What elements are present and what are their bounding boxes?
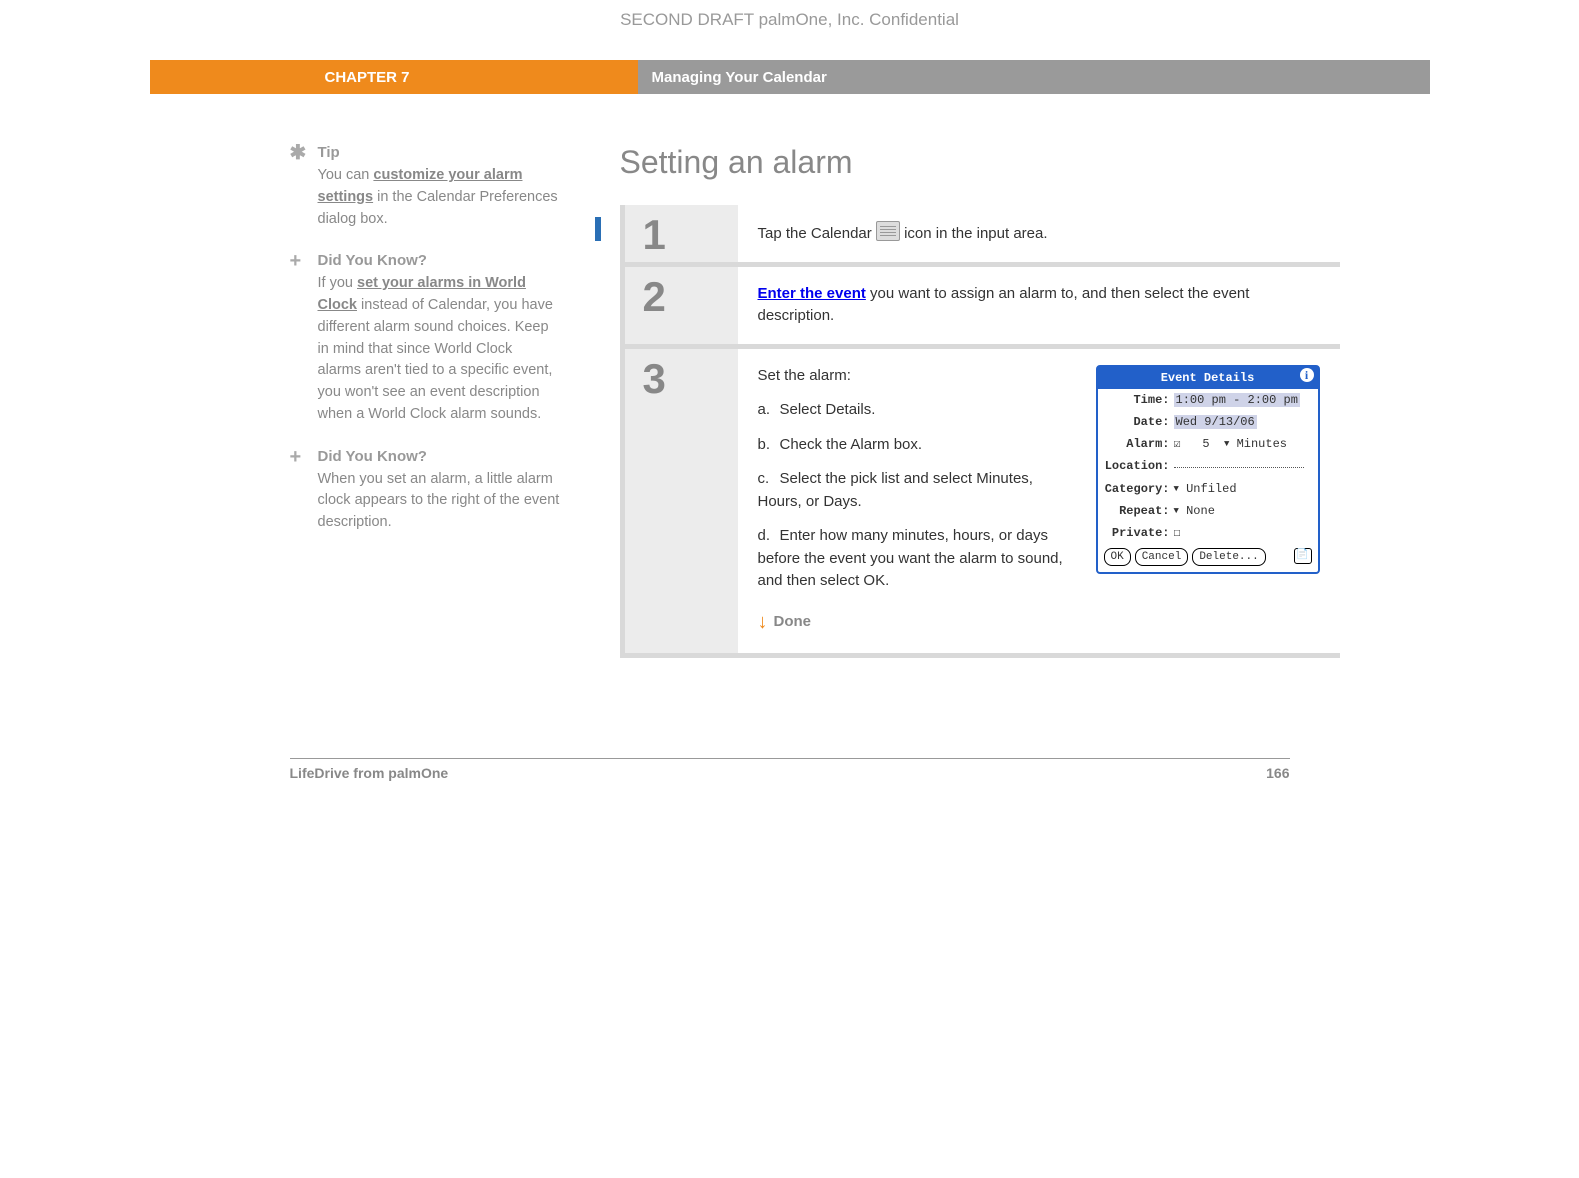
- delete-button[interactable]: Delete...: [1192, 548, 1265, 567]
- change-bar-icon: [595, 217, 601, 241]
- asterisk-icon: ✱: [290, 144, 318, 230]
- substep-b: b.Check the Alarm box.: [758, 434, 1076, 457]
- info-icon[interactable]: i: [1300, 368, 1314, 382]
- dyk1-post: instead of Calendar, you have different …: [318, 297, 553, 422]
- time-label: Time:: [1104, 391, 1174, 409]
- private-checkbox[interactable]: ☐: [1174, 526, 1181, 540]
- note-icon[interactable]: 📄: [1294, 548, 1312, 564]
- product-name: LifeDrive from palmOne: [290, 765, 449, 781]
- date-label: Date:: [1104, 413, 1174, 431]
- chapter-label: CHAPTER 7: [150, 60, 638, 94]
- cancel-button[interactable]: Cancel: [1135, 548, 1189, 567]
- tip-block: ✱ Tip You can customize your alarm setti…: [290, 144, 560, 230]
- plus-icon: +: [290, 252, 318, 425]
- category-label: Category:: [1104, 480, 1174, 498]
- tip-heading: Tip: [318, 144, 560, 161]
- dyk1-pre: If you: [318, 275, 358, 291]
- page-footer: LifeDrive from palmOne 166: [290, 758, 1290, 781]
- section-title: Setting an alarm: [620, 144, 1340, 181]
- dropdown-icon[interactable]: ▼: [1174, 506, 1179, 516]
- substep-d: d.Enter how many minutes, hours, or days…: [758, 525, 1076, 593]
- confidential-header: SECOND DRAFT palmOne, Inc. Confidential: [150, 0, 1430, 60]
- did-you-know-block-2: + Did You Know? When you set an alarm, a…: [290, 448, 560, 534]
- done-row: ↓ Done: [758, 607, 1076, 637]
- step-1-text: Tap the Calendar icon in the input area.: [758, 221, 1320, 246]
- step-3-intro: Set the alarm:: [758, 365, 1076, 388]
- done-arrow-icon: ↓: [758, 611, 768, 633]
- steps-container: 1 Tap the Calendar icon in the input are…: [620, 205, 1340, 658]
- dyk1-heading: Did You Know?: [318, 252, 560, 269]
- dialog-title: Event Details i: [1098, 367, 1318, 389]
- step-1-number: 1: [625, 205, 738, 262]
- dyk2-text: When you set an alarm, a little alarm cl…: [318, 469, 560, 534]
- step1-pre: Tap the Calendar: [758, 225, 876, 242]
- alarm-unit[interactable]: Minutes: [1237, 437, 1287, 451]
- step-2-number: 2: [625, 267, 738, 344]
- chapter-title: Managing Your Calendar: [638, 60, 1430, 94]
- event-details-dialog: Event Details i Time: 1:00 pm - 2:00 pm …: [1096, 365, 1320, 575]
- dyk2-heading: Did You Know?: [318, 448, 560, 465]
- tip-text: You can customize your alarm settings in…: [318, 165, 560, 230]
- step-3-number: 3: [625, 349, 738, 653]
- sidebar: ✱ Tip You can customize your alarm setti…: [290, 144, 590, 658]
- category-value[interactable]: Unfiled: [1186, 482, 1236, 496]
- repeat-label: Repeat:: [1104, 502, 1174, 520]
- step1-post: icon in the input area.: [900, 225, 1048, 242]
- step-2-text: Enter the event you want to assign an al…: [758, 283, 1320, 328]
- substep-c: c.Select the pick list and select Minute…: [758, 468, 1076, 513]
- calendar-icon: [876, 221, 900, 241]
- plus-icon: +: [290, 448, 318, 534]
- step-1: 1 Tap the Calendar icon in the input are…: [625, 205, 1340, 267]
- page-number: 166: [1266, 765, 1289, 781]
- alarm-checkbox[interactable]: ☑: [1174, 437, 1181, 451]
- private-label: Private:: [1104, 524, 1174, 542]
- ok-button[interactable]: OK: [1104, 548, 1131, 567]
- time-value[interactable]: 1:00 pm - 2:00 pm: [1174, 393, 1300, 407]
- date-value[interactable]: Wed 9/13/06: [1174, 415, 1257, 429]
- enter-event-link[interactable]: Enter the event: [758, 285, 866, 302]
- location-field[interactable]: [1174, 457, 1304, 468]
- dropdown-icon[interactable]: ▼: [1174, 484, 1179, 494]
- did-you-know-block-1: + Did You Know? If you set your alarms i…: [290, 252, 560, 425]
- location-label: Location:: [1104, 457, 1174, 475]
- step-2: 2 Enter the event you want to assign an …: [625, 267, 1340, 349]
- done-label: Done: [774, 613, 812, 630]
- step-3: 3 Set the alarm: a.Select Details. b.Che…: [625, 349, 1340, 653]
- alarm-label: Alarm:: [1104, 435, 1174, 453]
- dyk1-text: If you set your alarms in World Clock in…: [318, 273, 560, 425]
- alarm-value[interactable]: 5: [1202, 437, 1209, 451]
- dropdown-icon[interactable]: ▼: [1224, 439, 1229, 449]
- main-content: Setting an alarm 1 Tap the Calendar icon…: [590, 144, 1340, 658]
- repeat-value[interactable]: None: [1186, 504, 1215, 518]
- chapter-banner: CHAPTER 7 Managing Your Calendar: [150, 60, 1430, 94]
- substep-a: a.Select Details.: [758, 399, 1076, 422]
- tip-pre: You can: [318, 167, 374, 183]
